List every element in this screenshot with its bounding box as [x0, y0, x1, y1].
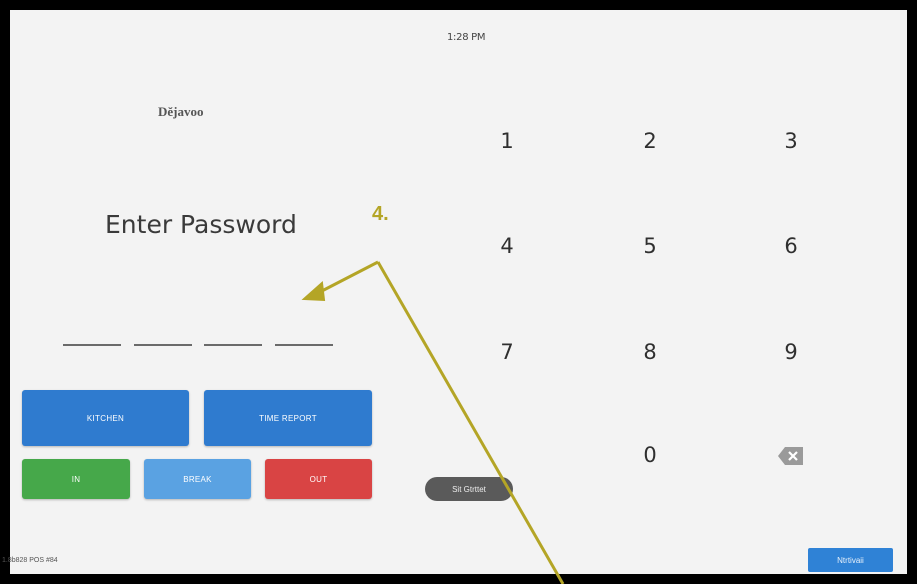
password-slot-2	[134, 344, 192, 346]
time-report-button[interactable]: TIME REPORT	[204, 390, 372, 446]
pill-button[interactable]: Sit Gtrttet	[425, 477, 513, 501]
keypad-key-0[interactable]: 0	[630, 443, 670, 467]
clock-out-button[interactable]: OUT	[265, 459, 372, 499]
password-slot-4	[275, 344, 333, 346]
keypad-key-6[interactable]: 6	[771, 234, 811, 258]
device-info: 1.8b828 POS #84	[2, 557, 58, 564]
page-title: Enter Password	[105, 210, 297, 239]
keypad-key-2[interactable]: 2	[630, 129, 670, 153]
clock-in-button[interactable]: IN	[22, 459, 130, 499]
next-button[interactable]: Ntrtivaii	[808, 548, 893, 572]
annotation-label: 4.	[372, 203, 389, 225]
keypad-key-9[interactable]: 9	[771, 340, 811, 364]
kitchen-button[interactable]: KITCHEN	[22, 390, 189, 446]
keypad-key-5[interactable]: 5	[630, 234, 670, 258]
password-slot-1	[63, 344, 121, 346]
status-time: 1:28 PM	[447, 32, 486, 43]
brand-logo: Dĕjavoo	[158, 104, 204, 119]
keypad-key-4[interactable]: 4	[487, 234, 527, 258]
keypad-key-7[interactable]: 7	[487, 340, 527, 364]
keypad-key-3[interactable]: 3	[771, 129, 811, 153]
backspace-icon[interactable]	[776, 444, 806, 468]
password-slot-3	[204, 344, 262, 346]
keypad-key-1[interactable]: 1	[487, 129, 527, 153]
keypad-key-8[interactable]: 8	[630, 340, 670, 364]
break-button[interactable]: BREAK	[144, 459, 251, 499]
